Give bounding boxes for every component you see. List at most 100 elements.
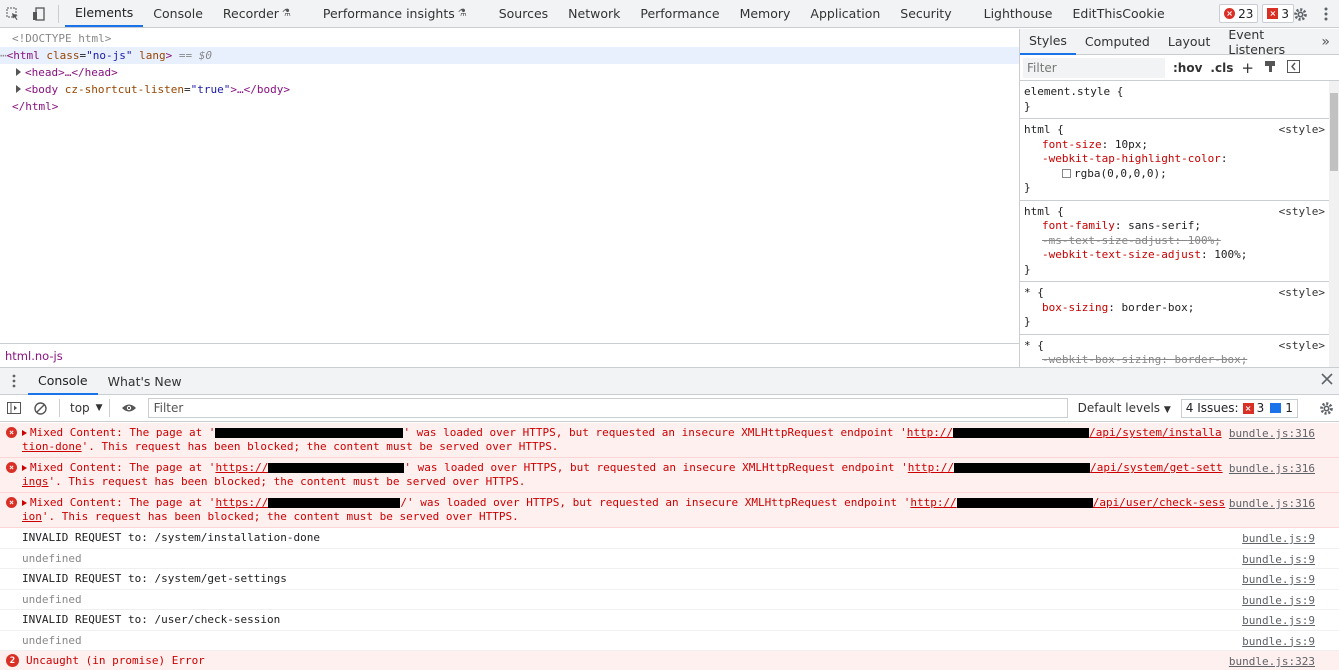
source-link[interactable]: bundle.js:9 <box>1242 532 1315 545</box>
dom-node-head[interactable]: <head>…</head> <box>16 64 1035 81</box>
issues-button[interactable]: 4 Issues: × 3 1 <box>1180 398 1298 418</box>
tab-sources[interactable]: Sources <box>489 0 558 27</box>
declaration[interactable]: box-sizing: border-box; <box>1024 301 1339 316</box>
style-rule[interactable]: html {<style> font-size: 10px; -webkit-tap… <box>1020 119 1339 201</box>
cls-toggle-button[interactable]: .cls <box>1210 61 1233 75</box>
console-message[interactable]: INVALID REQUEST to: /system/get-settings… <box>0 569 1339 590</box>
source-link[interactable]: bundle.js:323 <box>1229 655 1315 668</box>
dom-node-html-close[interactable]: </html> <box>12 98 1031 115</box>
console-filter-input[interactable]: Filter <box>147 398 1068 418</box>
url-link[interactable]: ion <box>22 510 42 523</box>
tab-editthiscookie[interactable]: EditThisCookie <box>1063 0 1175 27</box>
declaration[interactable]: rgba(0,0,0,0); <box>1024 167 1339 182</box>
source-link[interactable]: bundle.js:9 <box>1242 614 1315 627</box>
tab-performance[interactable]: Performance <box>630 0 729 27</box>
style-rule[interactable]: element.style {} <box>1020 81 1339 119</box>
expand-triangle-icon[interactable] <box>16 85 21 93</box>
url-link[interactable]: /api/user/check-sess <box>1093 496 1225 509</box>
console-message[interactable]: 2 Uncaught (in promise) Error bundle.js:32… <box>0 651 1339 670</box>
style-rule[interactable]: html {<style> font-family: sans-serif; -ms… <box>1020 201 1339 282</box>
color-swatch-icon[interactable] <box>1062 169 1071 178</box>
expand-triangle-icon[interactable] <box>22 430 27 436</box>
source-link[interactable]: bundle.js:9 <box>1242 553 1315 566</box>
scroll-thumb[interactable] <box>1330 93 1338 171</box>
tab-application[interactable]: Application <box>800 0 890 27</box>
console-message[interactable]: × Mixed Content: The page at 'https:// /' … <box>0 493 1339 528</box>
url-link[interactable]: /api/system/installa <box>1089 426 1221 439</box>
source-link[interactable]: bundle.js:9 <box>1242 594 1315 607</box>
dom-node-html[interactable]: ⋯<html class="no-js" lang> == $0 <box>0 47 1019 64</box>
url-link[interactable]: http:// <box>907 426 953 439</box>
console-message[interactable]: undefined bundle.js:9 <box>0 590 1339 610</box>
url-link[interactable]: https:// <box>215 496 268 509</box>
declaration[interactable]: -webkit-tap-highlight-color: <box>1024 152 1339 167</box>
tab-security[interactable]: Security <box>890 0 961 27</box>
source-link[interactable]: bundle.js:9 <box>1242 635 1315 648</box>
dom-node-doctype[interactable]: <!DOCTYPE html> <box>12 30 1031 47</box>
close-drawer-button[interactable] <box>1321 373 1333 388</box>
dom-node-body[interactable]: <body cz-shortcut-listen="true">…</body> <box>16 81 1035 98</box>
rule-source-link[interactable]: <style> <box>1279 205 1325 218</box>
inspect-element-button[interactable] <box>0 1 26 27</box>
source-link[interactable]: bundle.js:316 <box>1229 427 1315 440</box>
node-ellipsis-icon[interactable]: ⋯ <box>0 49 7 62</box>
clear-console-button[interactable] <box>27 395 53 421</box>
live-expression-button[interactable] <box>116 395 142 421</box>
tab-performance-insights[interactable]: Performance insights ⚗ <box>313 0 477 27</box>
more-tabs-button[interactable]: » <box>1312 29 1339 55</box>
url-link[interactable]: ings <box>22 475 49 488</box>
expand-triangle-icon[interactable] <box>22 500 27 506</box>
console-message[interactable]: × Mixed Content: The page at 'https:// ' w… <box>0 458 1339 493</box>
tab-elements[interactable]: Elements <box>65 0 144 27</box>
expand-triangle-icon[interactable] <box>16 68 21 76</box>
plus-icon[interactable]: + <box>1241 59 1254 77</box>
rule-source-link[interactable]: <style> <box>1279 286 1325 299</box>
rule-source-link[interactable]: <style> <box>1279 339 1325 352</box>
drawer-tab-whats-new[interactable]: What's New <box>98 368 192 395</box>
tab-styles[interactable]: Styles <box>1020 29 1076 55</box>
tab-console[interactable]: Console <box>143 0 213 27</box>
declaration[interactable]: -webkit-text-size-adjust: 100%; <box>1024 248 1339 263</box>
declaration[interactable]: -webkit-box-sizing: border-box; <box>1024 353 1339 367</box>
console-message[interactable]: undefined bundle.js:9 <box>0 631 1339 651</box>
declaration[interactable]: font-family: sans-serif; <box>1024 219 1339 234</box>
tab-computed[interactable]: Computed <box>1076 29 1159 55</box>
log-levels-dropdown[interactable]: Default levels ▼ <box>1078 401 1171 415</box>
console-message[interactable]: INVALID REQUEST to: /system/installation… <box>0 528 1339 549</box>
hov-toggle-button[interactable]: :hov <box>1173 61 1202 75</box>
url-link[interactable]: http:// <box>910 496 956 509</box>
tab-recorder[interactable]: Recorder ⚗ <box>213 0 301 27</box>
console-settings-button[interactable] <box>1313 395 1339 421</box>
drawer-menu-button[interactable] <box>0 374 28 388</box>
context-selector[interactable]: top ▼ <box>70 401 103 415</box>
console-message[interactable]: undefined bundle.js:9 <box>0 549 1339 569</box>
style-rule[interactable]: * {<style> -webkit-box-sizing: border-box… <box>1020 335 1339 368</box>
styles-filter-input[interactable]: Filter <box>1023 57 1165 78</box>
url-link[interactable]: /api/system/get-sett <box>1090 461 1222 474</box>
style-rule[interactable]: * {<style> box-sizing: border-box;} <box>1020 282 1339 335</box>
source-link[interactable]: bundle.js:316 <box>1229 497 1315 510</box>
tab-layout[interactable]: Layout <box>1159 29 1220 55</box>
device-toolbar-button[interactable] <box>26 1 52 27</box>
url-link[interactable]: http:// <box>908 461 954 474</box>
console-message[interactable]: INVALID REQUEST to: /user/check-session b… <box>0 610 1339 631</box>
customize-menu-button[interactable] <box>1313 1 1339 27</box>
tab-event-listeners[interactable]: Event Listeners <box>1219 29 1312 57</box>
tab-lighthouse[interactable]: Lighthouse <box>974 0 1063 27</box>
rule-source-link[interactable]: <style> <box>1279 123 1325 136</box>
drawer-tab-console[interactable]: Console <box>28 368 98 395</box>
tab-network[interactable]: Network <box>558 0 630 27</box>
tab-memory[interactable]: Memory <box>730 0 801 27</box>
breadcrumb-item[interactable]: html.no-js <box>5 349 63 363</box>
expand-triangle-icon[interactable] <box>22 465 27 471</box>
url-link[interactable]: tion-done <box>22 440 82 453</box>
source-link[interactable]: bundle.js:316 <box>1229 462 1315 475</box>
url-link[interactable]: https:// <box>215 461 268 474</box>
styles-scrollbar[interactable] <box>1329 81 1339 367</box>
console-message[interactable]: × Mixed Content: The page at ' ' was loade… <box>0 423 1339 458</box>
computed-sidebar-icon[interactable] <box>1286 59 1300 76</box>
console-sidebar-toggle[interactable] <box>1 395 27 421</box>
paint-icon[interactable] <box>1264 60 1277 76</box>
source-link[interactable]: bundle.js:9 <box>1242 573 1315 586</box>
declaration[interactable]: font-size: 10px; <box>1024 138 1339 153</box>
